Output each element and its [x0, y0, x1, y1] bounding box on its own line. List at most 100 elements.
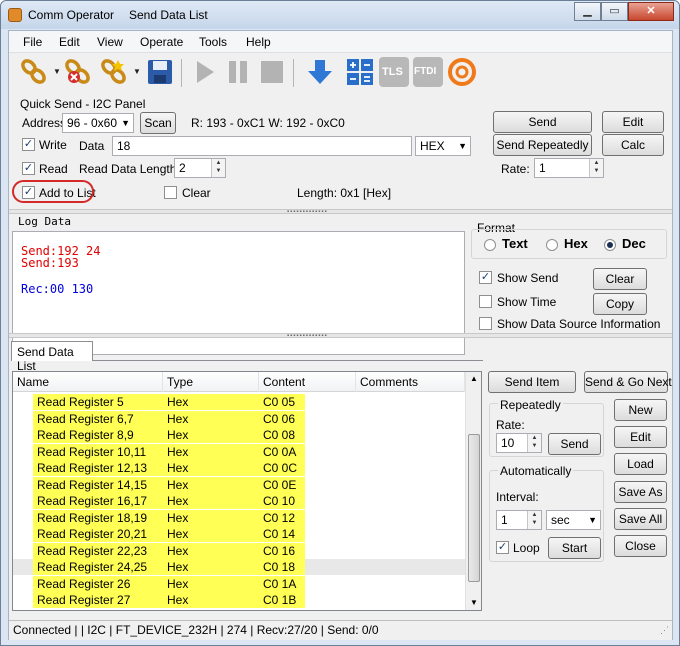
- tls-icon[interactable]: TLS: [379, 57, 409, 87]
- chevron-down-icon: ▼: [121, 118, 130, 128]
- maximize-button[interactable]: ▭: [601, 2, 628, 21]
- show-send-checkbox[interactable]: ✓: [479, 271, 492, 284]
- table-row[interactable]: Read Register 5 Hex C0 05: [13, 394, 465, 410]
- scroll-thumb[interactable]: [468, 434, 480, 582]
- table-row[interactable]: Read Register 16,17 Hex C0 10: [13, 493, 465, 509]
- send-go-next-button[interactable]: Send & Go Next: [584, 371, 672, 393]
- interval-unit-select[interactable]: sec ▼: [546, 510, 601, 530]
- format-select[interactable]: HEX ▼: [415, 136, 471, 156]
- cell-name: Read Register 22,23: [33, 542, 163, 559]
- table-row[interactable]: Read Register 6,7 Hex C0 06: [13, 410, 465, 427]
- send-button[interactable]: Send: [493, 111, 592, 133]
- table-row[interactable]: Read Register 10,11 Hex C0 0A: [13, 443, 465, 460]
- log-clear-button[interactable]: Clear: [593, 268, 647, 290]
- menu-file[interactable]: File: [23, 35, 42, 49]
- list-close-button[interactable]: Close: [614, 535, 667, 557]
- start-button[interactable]: Start: [548, 537, 601, 559]
- download-icon[interactable]: [305, 57, 335, 87]
- spinner-icon[interactable]: ▲ ▼: [589, 159, 603, 177]
- read-length-stepper[interactable]: 2 ▲ ▼: [174, 158, 226, 178]
- save-all-button[interactable]: Save All: [614, 508, 667, 530]
- new-connection-icon[interactable]: [99, 57, 129, 87]
- spinner-icon[interactable]: ▲ ▼: [527, 434, 541, 452]
- list-edit-button[interactable]: Edit: [614, 426, 667, 448]
- clear-checkbox[interactable]: [164, 186, 177, 199]
- repeat-send-button[interactable]: Send: [548, 433, 601, 455]
- list-scrollbar[interactable]: ▲ ▼: [465, 372, 481, 610]
- scan-button[interactable]: Scan: [140, 112, 176, 134]
- cell-content: C0 05: [259, 394, 305, 410]
- calc-button[interactable]: Calc: [602, 134, 664, 156]
- format-hex-radio[interactable]: [546, 239, 558, 251]
- write-checkbox[interactable]: ✓: [22, 138, 35, 151]
- chevron-down-icon: ▼: [458, 141, 467, 151]
- table-row[interactable]: Read Register 14,15 Hex C0 0E: [13, 476, 465, 493]
- write-label: Write: [39, 138, 67, 152]
- scroll-up-icon[interactable]: ▲: [470, 374, 478, 383]
- new-connection-dropdown-icon[interactable]: ▼: [133, 67, 141, 76]
- scroll-down-icon[interactable]: ▼: [470, 598, 478, 607]
- spinner-icon[interactable]: ▲ ▼: [527, 511, 541, 529]
- interval-stepper[interactable]: 1 ▲ ▼: [496, 510, 542, 530]
- show-source-checkbox[interactable]: [479, 317, 492, 330]
- log-copy-button[interactable]: Copy: [593, 293, 647, 315]
- title-bar[interactable]: Comm Operator Send Data List ▁ ▭ ✕: [1, 1, 679, 29]
- table-row[interactable]: Read Register 8,9 Hex C0 08: [13, 427, 465, 443]
- pause-icon[interactable]: [223, 57, 253, 87]
- splitter-top[interactable]: ▪▪▪▪▪▪▪▪▪▪▪▪▪: [9, 209, 672, 215]
- connect-dropdown-icon[interactable]: ▼: [53, 67, 61, 76]
- show-time-checkbox[interactable]: [479, 295, 492, 308]
- read-checkbox[interactable]: ✓: [22, 162, 35, 175]
- stop-icon[interactable]: [257, 57, 287, 87]
- table-row[interactable]: Read Register 20,21 Hex C0 14: [13, 526, 465, 542]
- cell-type: Hex: [163, 575, 259, 592]
- format-text-radio[interactable]: [484, 239, 496, 251]
- column-comments[interactable]: Comments: [356, 372, 465, 392]
- new-button[interactable]: New: [614, 399, 667, 421]
- tab-send-data-list[interactable]: Send Data List: [11, 341, 93, 373]
- resize-grip-icon[interactable]: ⋰: [660, 625, 669, 636]
- column-content[interactable]: Content: [259, 372, 356, 392]
- menu-operate[interactable]: Operate: [140, 35, 183, 49]
- column-type[interactable]: Type: [163, 372, 259, 392]
- menu-view[interactable]: View: [97, 35, 123, 49]
- ftdi-icon[interactable]: FTDI: [413, 57, 443, 87]
- tab-divider: [93, 360, 483, 361]
- save-as-button[interactable]: Save As: [614, 481, 667, 503]
- send-repeatedly-button[interactable]: Send Repeatedly: [493, 134, 592, 156]
- protocol-icon[interactable]: [447, 57, 477, 87]
- minimize-button[interactable]: ▁: [574, 2, 601, 21]
- save-icon[interactable]: [145, 57, 175, 87]
- calculator-icon[interactable]: [345, 57, 375, 87]
- table-row[interactable]: Read Register 22,23 Hex C0 16: [13, 542, 465, 559]
- send-data-list[interactable]: Name Type Content Comments Read Register…: [12, 371, 482, 611]
- load-button[interactable]: Load: [614, 453, 667, 475]
- menu-help[interactable]: Help: [246, 35, 271, 49]
- loop-checkbox[interactable]: ✓: [496, 541, 509, 554]
- table-row[interactable]: Read Register 26 Hex C0 1A: [13, 575, 465, 592]
- data-input[interactable]: 18: [112, 136, 412, 156]
- column-name[interactable]: Name: [13, 372, 163, 392]
- table-row[interactable]: Read Register 12,13 Hex C0 0C: [13, 460, 465, 476]
- rate-stepper[interactable]: 1 ▲ ▼: [534, 158, 604, 178]
- table-row[interactable]: Read Register 27 Hex C0 1B: [13, 592, 465, 608]
- address-select[interactable]: 96 - 0x60 ▼: [62, 113, 134, 133]
- table-row[interactable]: Read Register 24,25 Hex C0 18: [13, 559, 465, 575]
- play-icon[interactable]: [189, 57, 219, 87]
- spinner-icon[interactable]: ▲ ▼: [211, 159, 225, 177]
- format-dec-radio[interactable]: [604, 239, 616, 251]
- menu-tools[interactable]: Tools: [199, 35, 227, 49]
- repeat-rate-stepper[interactable]: 10 ▲ ▼: [496, 433, 542, 453]
- address-value: 96 - 0x60: [67, 116, 118, 130]
- connect-icon[interactable]: [19, 57, 49, 87]
- edit-button[interactable]: Edit: [602, 111, 664, 133]
- read-length-label: Read Data Length: [79, 162, 177, 176]
- cell-type: Hex: [163, 542, 259, 559]
- send-item-button[interactable]: Send Item: [488, 371, 576, 393]
- table-row[interactable]: Read Register 18,19 Hex C0 12: [13, 509, 465, 526]
- length-info: Length: 0x1 [Hex]: [297, 186, 392, 200]
- splitter-bottom[interactable]: ▪▪▪▪▪▪▪▪▪▪▪▪▪: [9, 333, 672, 339]
- disconnect-icon[interactable]: [63, 57, 93, 87]
- close-window-button[interactable]: ✕: [628, 2, 674, 21]
- menu-edit[interactable]: Edit: [59, 35, 80, 49]
